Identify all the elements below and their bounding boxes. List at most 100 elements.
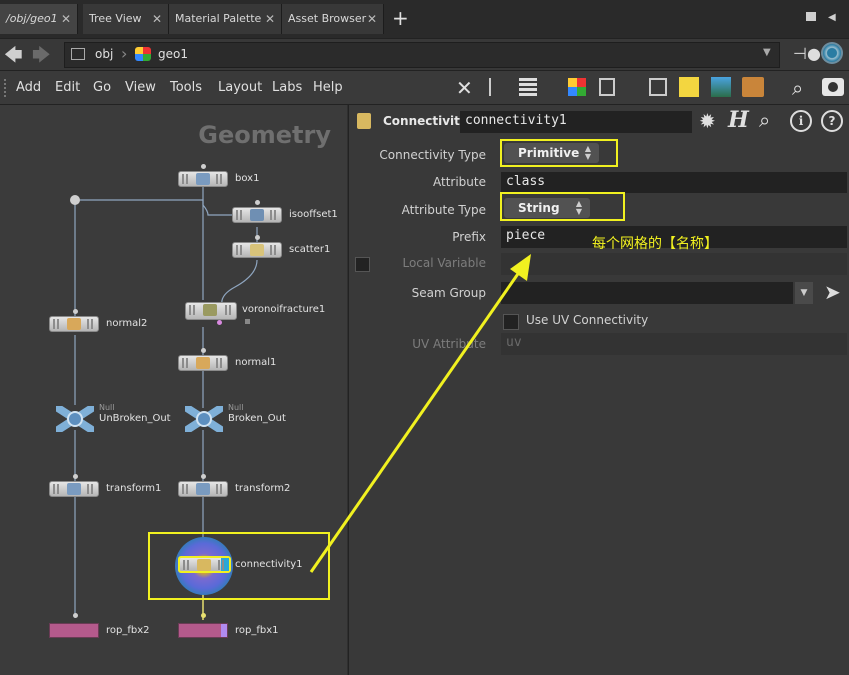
menu-labs[interactable]: Labs: [272, 71, 302, 104]
node-normal1[interactable]: [178, 355, 228, 371]
network-box-icon[interactable]: [649, 78, 667, 96]
menu-bar: Add Edit Go View Tools Layout Labs Help …: [0, 71, 849, 105]
menu-layout[interactable]: Layout: [218, 71, 262, 104]
node-label: box1: [235, 173, 260, 184]
node-label: UnBroken_Out: [99, 413, 171, 424]
list-icon[interactable]: [519, 78, 537, 96]
menu-tools[interactable]: Tools: [170, 71, 202, 104]
node-label: normal2: [106, 318, 148, 329]
tab-bar: /obj/geo1 ✕ Tree View ✕ Material Palette…: [0, 0, 849, 38]
sticky-note-icon[interactable]: [679, 77, 699, 97]
node-type-label: Connectivity: [383, 114, 468, 128]
menu-view[interactable]: View: [125, 71, 156, 104]
grip-handle[interactable]: [4, 79, 8, 97]
pane-menu-icon[interactable]: ◀: [828, 12, 836, 23]
node-transform1[interactable]: [49, 481, 99, 497]
menu-add[interactable]: Add: [16, 71, 41, 104]
highlight-box: [500, 192, 625, 221]
node-unbroken-out[interactable]: [56, 406, 94, 432]
geo-icon: [135, 47, 151, 61]
tab-asset-browser[interactable]: Asset Browser ✕: [282, 4, 384, 34]
forward-arrow-icon[interactable]: 🡆: [32, 43, 51, 73]
param-label: Seam Group: [411, 286, 486, 300]
node-label: isooffset1: [289, 209, 338, 220]
search-icon[interactable]: ⌕: [759, 108, 770, 132]
select-arrow-icon[interactable]: ➤: [824, 280, 841, 304]
path-field[interactable]: obj › geo1 ▼: [64, 42, 780, 68]
tab-label: Tree View: [89, 12, 142, 25]
node-label: transform1: [106, 483, 162, 494]
gear-icon[interactable]: ✹: [699, 109, 716, 133]
use-uv-checkbox[interactable]: [503, 314, 519, 330]
tab-material-palette[interactable]: Material Palette ✕: [169, 4, 282, 34]
node-label: Broken_Out: [228, 413, 286, 424]
param-label: Attribute Type: [401, 203, 486, 217]
node-label: voronoifracture1: [242, 304, 326, 315]
pin-icon[interactable]: ⊣●: [793, 44, 821, 63]
display-flag[interactable]: [221, 558, 229, 571]
node-box1[interactable]: [178, 171, 228, 187]
grid-icon[interactable]: [599, 78, 615, 96]
path-current[interactable]: geo1: [158, 47, 188, 61]
node-connectivity1[interactable]: [178, 556, 231, 573]
maximize-icon[interactable]: [806, 12, 816, 21]
local-variable-field: [501, 253, 847, 275]
chevron-right-icon: ›: [121, 44, 128, 63]
close-icon[interactable]: ✕: [61, 4, 71, 34]
parameter-editor: Connectivity connectivity1 ✹ H ⌕ i ? Con…: [348, 105, 849, 675]
add-tab-icon[interactable]: +: [392, 6, 409, 30]
node-normal2[interactable]: [49, 316, 99, 332]
tab-obj-geo1[interactable]: /obj/geo1 ✕: [0, 4, 78, 34]
param-label: Local Variable: [402, 256, 486, 270]
close-icon[interactable]: ✕: [367, 4, 377, 34]
param-label: Prefix: [452, 230, 486, 244]
path-root[interactable]: obj: [95, 47, 113, 61]
node-rop-fbx1[interactable]: [178, 623, 228, 638]
node-name-field[interactable]: connectivity1: [460, 111, 692, 133]
node-label: normal1: [235, 357, 277, 368]
link-icon[interactable]: [821, 42, 843, 64]
param-label: UV Attribute: [412, 337, 486, 351]
tab-tree-view[interactable]: Tree View ✕: [83, 4, 169, 34]
node-type-label: Null: [228, 403, 244, 412]
close-icon[interactable]: ✕: [152, 4, 162, 34]
node-broken-out[interactable]: [185, 406, 223, 432]
chevron-down-icon[interactable]: ▼: [763, 47, 771, 58]
back-arrow-icon[interactable]: 🡄: [4, 43, 23, 73]
chevron-down-icon[interactable]: ▼: [795, 282, 813, 304]
node-scatter1[interactable]: [232, 242, 282, 258]
asset-box-icon[interactable]: [742, 77, 764, 97]
menu-help[interactable]: Help: [313, 71, 343, 104]
search-icon[interactable]: ⌕: [792, 76, 803, 100]
render-flag[interactable]: [221, 624, 227, 637]
node-type-label: Null: [99, 403, 115, 412]
checkbox-label: Use UV Connectivity: [526, 313, 649, 327]
eye-icon[interactable]: [822, 78, 844, 96]
close-icon[interactable]: ✕: [265, 4, 275, 34]
help-question-icon[interactable]: ?: [821, 110, 843, 132]
attribute-field[interactable]: class: [501, 172, 847, 193]
node-label: rop_fbx2: [106, 625, 150, 636]
network-editor[interactable]: Geometry box1 isooffset1 scatter1 vorono…: [0, 105, 347, 675]
param-label: Attribute: [433, 175, 486, 189]
menu-go[interactable]: Go: [93, 71, 111, 104]
node-isooffset1[interactable]: [232, 207, 282, 223]
info-icon[interactable]: i: [790, 110, 812, 132]
tab-label: Asset Browser: [288, 12, 367, 25]
node-label: connectivity1: [235, 559, 303, 570]
node-label: transform2: [235, 483, 291, 494]
menu-edit[interactable]: Edit: [55, 71, 80, 104]
node-voronoifracture1[interactable]: [185, 302, 237, 320]
node-rop-fbx2[interactable]: [49, 623, 99, 638]
seam-group-field[interactable]: [501, 282, 793, 304]
tools-icon[interactable]: ✕: [456, 76, 473, 100]
merge-dot[interactable]: [70, 195, 80, 205]
lock-icon: [245, 319, 250, 324]
help-h-icon[interactable]: H: [728, 107, 749, 133]
image-icon[interactable]: [711, 77, 731, 97]
tree-icon[interactable]: [489, 78, 505, 96]
palette-icon[interactable]: [568, 78, 586, 96]
highlight-box: [500, 139, 618, 167]
node-transform2[interactable]: [178, 481, 228, 497]
node-label: rop_fbx1: [235, 625, 279, 636]
